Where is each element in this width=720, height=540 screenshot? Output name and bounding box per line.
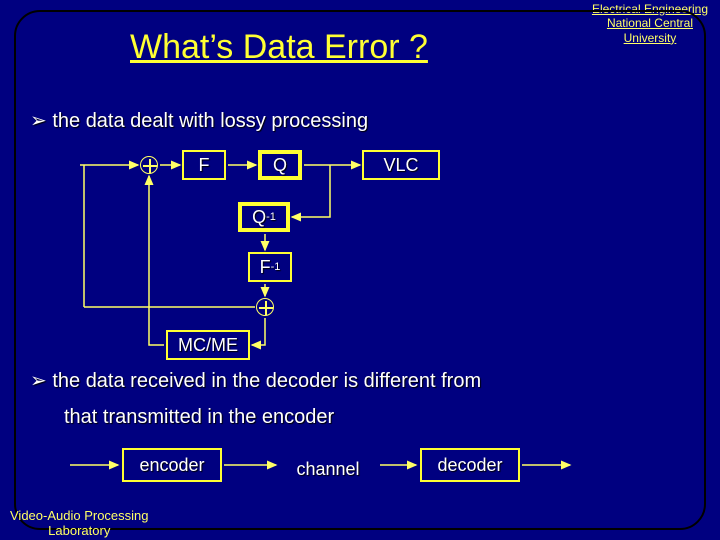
encoder-channel-decoder-row: encoder channel decoder (60, 440, 580, 500)
block-Q: Q (258, 150, 302, 180)
slide-title: What’s Data Error ? (130, 28, 428, 67)
q-inv-sup: -1 (266, 211, 276, 223)
bullet-glyph: ➢ (30, 110, 47, 132)
adder-symbol (140, 156, 158, 174)
block-Q-inverse: Q-1 (238, 202, 290, 232)
box-decoder: decoder (420, 448, 520, 482)
box-encoder: encoder (122, 448, 222, 482)
footer-line2: Laboratory (48, 523, 110, 538)
adder-symbol-feedback (256, 298, 274, 316)
f-inv-base: F (260, 257, 271, 278)
bullet-glyph-2: ➢ (30, 370, 47, 392)
footer-line1: Video-Audio Processing (10, 508, 149, 523)
bullet-2-cont: that transmitted in the encoder (64, 406, 334, 429)
footer-lab: Video-Audio Processing Laboratory (10, 509, 149, 538)
bullet-2: ➢ the data received in the decoder is di… (30, 368, 481, 393)
block-MCME: MC/ME (166, 330, 250, 360)
label-channel: channel (278, 452, 378, 486)
q-inv-base: Q (252, 207, 266, 228)
block-VLC: VLC (362, 150, 440, 180)
block-F: F (182, 150, 226, 180)
encoder-block-diagram: F Q VLC Q-1 F-1 MC/ME (40, 140, 500, 360)
bullet-2-text: the data received in the decoder is diff… (52, 370, 481, 392)
bullet-1-text: the data dealt with lossy processing (52, 110, 368, 132)
f-inv-sup: -1 (271, 261, 281, 273)
bullet-1: ➢ the data dealt with lossy processing (30, 108, 368, 133)
block-F-inverse: F-1 (248, 252, 292, 282)
